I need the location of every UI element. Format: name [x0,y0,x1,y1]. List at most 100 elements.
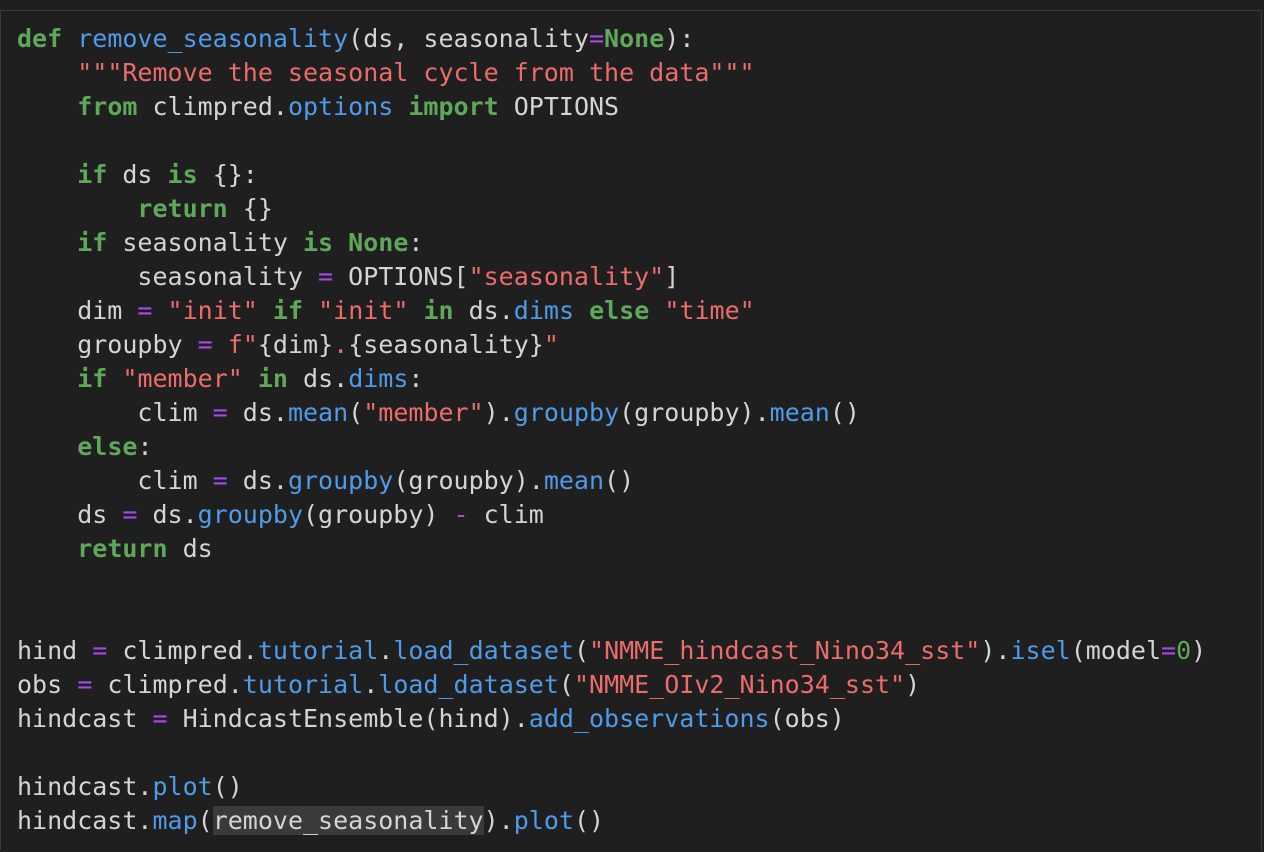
code-token: "NMME_hindcast_Nino34_sst" [589,636,981,665]
code-token: ds. [137,500,198,529]
code-token: if [272,296,304,325]
code-line[interactable]: else: [17,430,1206,464]
code-token: groupby [17,330,198,359]
code-token: = [197,330,213,359]
code-token: add_observations [528,704,770,733]
code-token: load_dataset [393,636,574,665]
code-token: seasonality [107,228,303,257]
code-line[interactable]: clim = ds.groupby(groupby).mean() [17,464,1206,498]
code-token: () [212,772,243,801]
code-line[interactable] [17,566,1206,600]
code-line[interactable]: dim = "init" if "init" in ds.dims else "… [17,294,1206,328]
code-token: mean [769,398,830,427]
code-token: hindcast. [17,772,153,801]
code-token: "init" [318,296,409,325]
code-token: = [212,466,228,495]
code-token: map [152,806,198,835]
code-line[interactable]: return ds [17,532,1206,566]
code-token: return [77,534,168,563]
code-line[interactable]: seasonality = OPTIONS["seasonality"] [17,260,1206,294]
code-token: () [573,806,605,835]
code-line[interactable]: ds = ds.groupby(groupby) - clim [17,498,1206,532]
code-token: (model [1070,636,1161,665]
code-token: OPTIONS[ [333,262,469,291]
code-token: (groupby). [393,466,544,495]
code-token: : [408,364,424,393]
code-token: = [137,296,153,325]
code-line[interactable]: def remove_seasonality(ds, seasonality=N… [17,22,1206,56]
code-line[interactable]: hind = climpred.tutorial.load_dataset("N… [17,634,1206,668]
code-token: "NMME_OIv2_Nino34_sst" [573,670,906,699]
code-token: = [588,24,605,53]
code-token: load_dataset [378,670,559,699]
code-token: ds. [227,398,288,427]
code-line[interactable]: if seasonality is None: [17,226,1206,260]
code-token: ] [664,262,680,291]
code-token: remove_seasonality [77,24,349,53]
code-line[interactable]: return {} [17,192,1206,226]
code-token: = [77,670,93,699]
code-line[interactable]: hindcast = HindcastEnsemble(hind).add_ob… [17,702,1206,736]
code-token: else [77,432,138,461]
code-line[interactable] [17,124,1206,158]
code-token: in [257,364,288,393]
code-line[interactable]: hindcast.map(remove_seasonality).plot() [17,804,1206,838]
code-token: groupby [197,500,303,529]
code-token: climpred. [137,92,288,121]
code-token: 0 [1176,636,1192,665]
code-line[interactable]: groupby = f"{dim}.{seasonality}" [17,328,1206,362]
code-line[interactable]: from climpred.options import OPTIONS [17,90,1206,124]
code-line[interactable]: if ds is {}: [17,158,1206,192]
code-line[interactable]: if "member" in ds.dims: [17,362,1206,396]
code-token: climpred. [107,636,258,665]
code-token: : [408,228,424,257]
code-line[interactable]: hindcast.plot() [17,770,1206,804]
code-token: groupby [513,398,620,427]
code-token: = [212,398,228,427]
code-token: from [77,92,138,121]
code-token: tutorial [257,636,379,665]
code-token: hind [17,636,93,665]
code-token: ( [558,670,574,699]
code-editor[interactable]: def remove_seasonality(ds, seasonality=N… [0,10,1262,850]
code-token: ds. [453,296,514,325]
code-token: {dim} [257,330,334,359]
code-line[interactable]: obs = climpred.tutorial.load_dataset("NM… [17,668,1206,702]
code-token: dims [348,364,409,393]
code-token: is [303,228,334,257]
code-line[interactable] [17,600,1206,634]
code-token: = [152,704,168,733]
code-token: = [318,262,334,291]
code-token: ds. [287,364,349,393]
code-block[interactable]: def remove_seasonality(ds, seasonality=N… [17,22,1206,838]
code-token: . [363,670,379,699]
code-token: plot [152,772,213,801]
code-token: mean [543,466,605,495]
code-token: hindcast [17,704,153,733]
code-token: ) [905,670,921,699]
code-line[interactable]: """Remove the seasonal cycle from the da… [17,56,1206,90]
code-token: clim [17,398,213,427]
code-line[interactable]: clim = ds.mean("member").groupby(groupby… [17,396,1206,430]
code-token: mean [287,398,349,427]
code-line[interactable] [17,736,1206,770]
code-token: dims [513,296,575,325]
code-token: """Remove the seasonal cycle from the da… [77,58,755,87]
code-token: "member" [122,364,243,393]
code-token: isel [1010,636,1071,665]
code-token: options [287,92,394,121]
code-token: " [543,330,559,359]
